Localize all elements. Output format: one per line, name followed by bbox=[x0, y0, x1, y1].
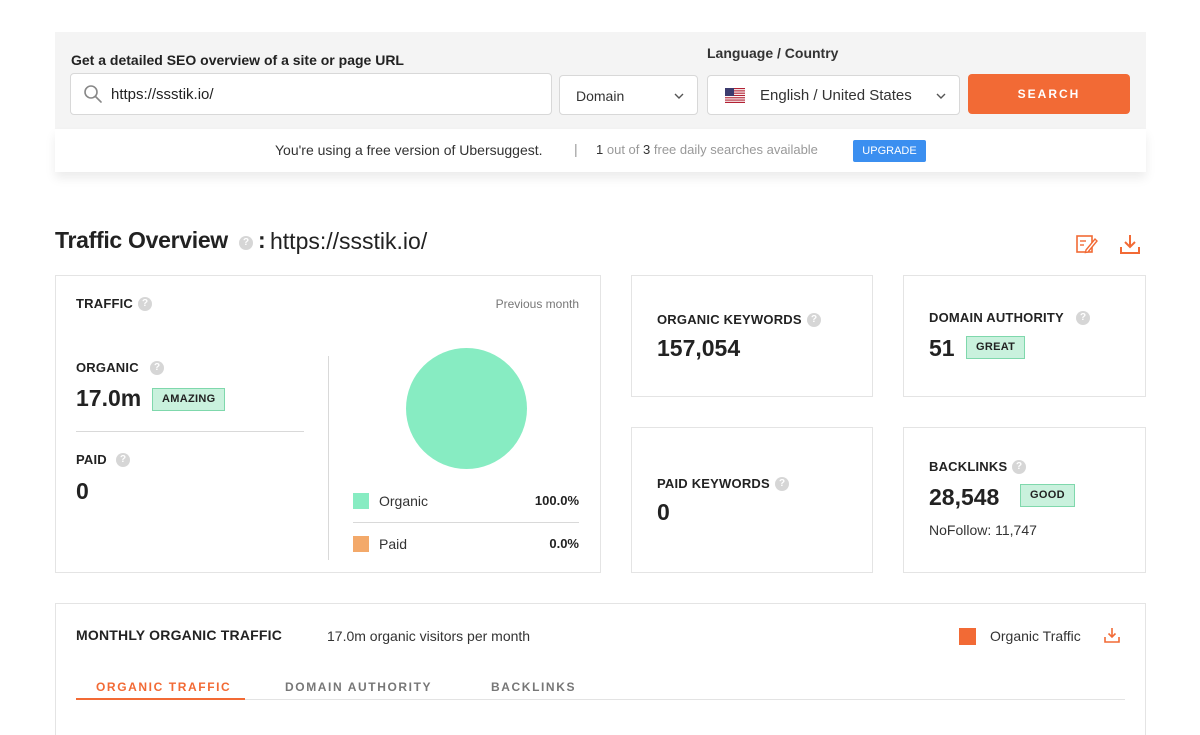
backlinks-label: BACKLINKS bbox=[929, 459, 1008, 474]
paid-keywords-label: PAID KEYWORDS bbox=[657, 476, 770, 491]
search-heading: Get a detailed SEO overview of a site or… bbox=[71, 52, 404, 68]
language-heading: Language / Country bbox=[707, 45, 839, 61]
domain-authority-badge: GREAT bbox=[966, 336, 1026, 359]
legend-swatch-paid bbox=[353, 536, 369, 552]
organic-status-badge: AMAZING bbox=[152, 388, 226, 411]
language-select[interactable]: English / United States bbox=[707, 75, 960, 115]
organic-traffic-legend-swatch bbox=[959, 628, 976, 645]
monthly-traffic-subtitle: 17.0m organic visitors per month bbox=[327, 628, 531, 644]
organic-traffic-value: 17.0m bbox=[76, 385, 142, 411]
search-icon bbox=[84, 85, 102, 103]
upgrade-button[interactable]: UPGRADE bbox=[853, 140, 926, 162]
tab-backlinks[interactable]: BACKLINKS bbox=[491, 680, 576, 694]
nofollow-count: NoFollow: 11,747 bbox=[929, 522, 1037, 538]
divider bbox=[353, 522, 579, 523]
legend-percent-organic: 100.0% bbox=[534, 493, 579, 508]
paid-label: PAID bbox=[76, 452, 107, 467]
organic-label: ORGANIC bbox=[76, 360, 139, 375]
paid-traffic-value: 0 bbox=[76, 478, 89, 504]
download-icon[interactable] bbox=[1118, 232, 1142, 256]
domain-authority-label: DOMAIN AUTHORITY bbox=[929, 310, 1064, 325]
search-button[interactable]: SEARCH bbox=[968, 74, 1130, 114]
edit-report-icon[interactable] bbox=[1075, 232, 1099, 256]
language-select-value: English / United States bbox=[760, 87, 912, 104]
backlinks-card: BACKLINKS ? 28,548 GOOD NoFollow: 11,747 bbox=[903, 427, 1146, 573]
organic-keywords-value: 157,054 bbox=[657, 335, 741, 361]
pie-slice-organic bbox=[406, 348, 527, 469]
searches-out-of: out of bbox=[606, 142, 640, 157]
help-icon[interactable]: ? bbox=[150, 361, 164, 375]
active-tab-underline bbox=[76, 698, 245, 700]
traffic-label: TRAFFIC bbox=[76, 296, 133, 311]
title-colon: : bbox=[258, 227, 266, 253]
monthly-traffic-title: MONTHLY ORGANIC TRAFFIC bbox=[76, 627, 283, 643]
free-version-bar: You're using a free version of Ubersugge… bbox=[55, 129, 1146, 172]
tab-domain-authority[interactable]: DOMAIN AUTHORITY bbox=[285, 680, 432, 694]
help-icon[interactable]: ? bbox=[138, 297, 152, 311]
traffic-card: TRAFFIC ? Previous month ORGANIC ? 17.0m… bbox=[55, 275, 601, 573]
chevron-down-icon bbox=[936, 93, 946, 99]
legend-percent-paid: 0.0% bbox=[549, 536, 579, 551]
searches-suffix: free daily searches available bbox=[653, 142, 818, 157]
url-input[interactable] bbox=[111, 74, 541, 114]
organic-traffic-legend-label: Organic Traffic bbox=[990, 628, 1081, 644]
help-icon[interactable]: ? bbox=[1076, 311, 1090, 325]
traffic-tabs: ORGANIC TRAFFIC DOMAIN AUTHORITY BACKLIN… bbox=[76, 674, 1125, 700]
help-icon[interactable]: ? bbox=[807, 313, 821, 327]
free-bar-separator: | bbox=[574, 141, 578, 157]
free-version-message: You're using a free version of Ubersugge… bbox=[275, 142, 543, 158]
scope-select-value: Domain bbox=[576, 88, 625, 104]
searches-used: 1 bbox=[596, 142, 604, 157]
organic-keywords-card: ORGANIC KEYWORDS ? 157,054 bbox=[631, 275, 873, 397]
divider bbox=[328, 356, 329, 560]
help-icon[interactable]: ? bbox=[1012, 460, 1026, 474]
tab-organic-traffic[interactable]: ORGANIC TRAFFIC bbox=[96, 680, 231, 694]
us-flag-icon bbox=[725, 88, 745, 103]
url-input-wrapper[interactable] bbox=[70, 73, 552, 115]
monthly-organic-traffic-card: MONTHLY ORGANIC TRAFFIC 17.0m organic vi… bbox=[55, 603, 1146, 735]
scope-select[interactable]: Domain bbox=[559, 75, 698, 115]
download-icon[interactable] bbox=[1103, 626, 1121, 644]
paid-keywords-value: 0 bbox=[657, 499, 670, 525]
search-panel: Get a detailed SEO overview of a site or… bbox=[55, 32, 1146, 129]
organic-keywords-label: ORGANIC KEYWORDS bbox=[657, 312, 802, 327]
backlinks-value: 28,548 bbox=[929, 484, 1000, 510]
period-label: Previous month bbox=[495, 297, 579, 311]
free-search-count: 1 out of 3 free daily searches available bbox=[596, 142, 818, 157]
searches-total: 3 bbox=[643, 142, 651, 157]
traffic-pie-chart bbox=[406, 348, 527, 469]
page-title: Traffic Overview bbox=[55, 227, 228, 253]
domain-authority-value: 51 bbox=[929, 335, 955, 361]
chevron-down-icon bbox=[674, 93, 684, 99]
help-icon[interactable]: ? bbox=[775, 477, 789, 491]
paid-keywords-card: PAID KEYWORDS ? 0 bbox=[631, 427, 873, 573]
legend-label-organic: Organic bbox=[379, 493, 429, 509]
legend-label-paid: Paid bbox=[379, 536, 408, 552]
divider bbox=[76, 431, 304, 432]
legend-swatch-organic bbox=[353, 493, 369, 509]
page-title-url: https://ssstik.io/ bbox=[270, 228, 428, 254]
help-icon[interactable]: ? bbox=[116, 453, 130, 467]
backlinks-badge: GOOD bbox=[1020, 484, 1075, 507]
domain-authority-card: DOMAIN AUTHORITY ? 51 GREAT bbox=[903, 275, 1146, 397]
help-icon[interactable]: ? bbox=[239, 236, 253, 250]
